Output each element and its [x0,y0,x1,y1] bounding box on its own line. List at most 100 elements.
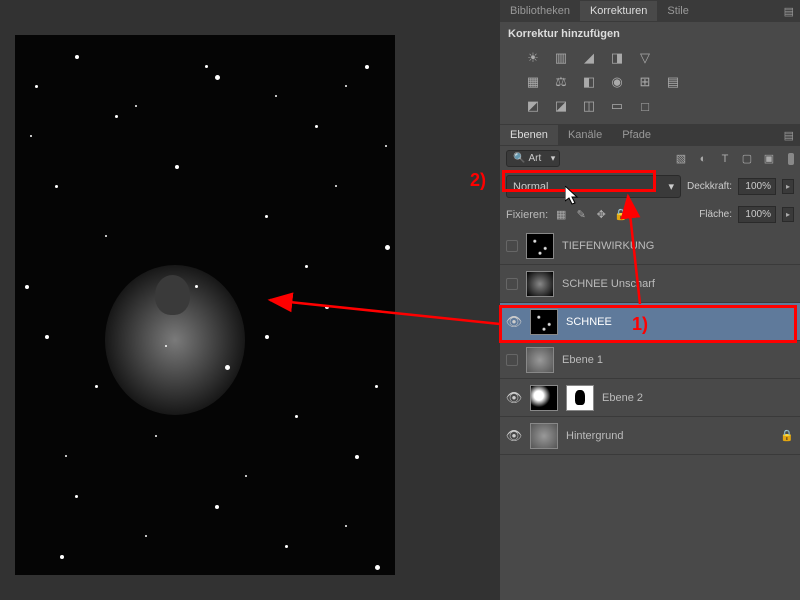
layer-name[interactable]: Hintergrund [566,430,623,442]
layer-toolbar: 🔍Art ▧ ◐ T ▢ ▣ [500,146,800,171]
filter-smart-icon[interactable]: ▣ [762,152,776,166]
chevron-down-icon: ▾ [668,180,674,193]
layer-name[interactable]: TIEFENWIRKUNG [562,240,654,252]
snow-dot [155,435,157,437]
adjustment-icon-row-2: ▦ ⚖ ◧ ◉ ⊞ ▤ [500,70,800,94]
fill-stepper[interactable]: ▸ [782,207,794,222]
snow-dot [75,55,79,59]
snow-dot [165,345,167,347]
snow-dot [145,535,147,537]
hue-icon[interactable]: ▦ [524,74,542,90]
filter-toggle[interactable] [788,153,794,165]
layer-row-0[interactable]: TIEFENWIRKUNG [500,227,800,265]
filter-adjust-icon[interactable]: ◐ [696,152,710,166]
tab-ebenen[interactable]: Ebenen [500,125,558,145]
opacity-stepper[interactable]: ▸ [782,179,794,194]
layer-row-5[interactable]: 👁Hintergrund🔒 [500,417,800,455]
panel-menu-icon[interactable]: ▤ [778,5,800,18]
snow-dot [25,285,29,289]
top-tab-bar: Bibliotheken Korrekturen Stile ▤ [500,0,800,22]
threshold-icon[interactable]: ◫ [580,98,598,114]
right-panel: Bibliotheken Korrekturen Stile ▤ Korrekt… [500,0,800,600]
tab-pfade[interactable]: Pfade [612,125,661,145]
layer-thumbnail[interactable] [526,233,554,259]
layer-thumbnail[interactable] [526,347,554,373]
search-icon: 🔍 [513,153,525,164]
visibility-toggle[interactable] [506,240,518,252]
opacity-value[interactable]: 100% [738,178,776,195]
balance-icon[interactable]: ⚖ [552,74,570,90]
snow-dot [215,505,219,509]
layer-row-2[interactable]: 👁 SCHNEE [500,303,800,341]
layer-kind-filter[interactable]: 🔍Art [506,150,560,167]
snow-dot [60,555,64,559]
photo-filter-icon[interactable]: ◉ [608,74,626,90]
tab-kanaele[interactable]: Kanäle [558,125,612,145]
visibility-toggle[interactable]: 👁 [506,390,522,406]
tab-korrekturen[interactable]: Korrekturen [580,1,657,21]
snow-dot [295,415,298,418]
layer-mask-thumbnail[interactable] [566,385,594,411]
lock-position-icon[interactable]: ✥ [594,208,608,222]
snow-dot [105,235,107,237]
snow-dot [385,145,387,147]
snow-dot [355,455,359,459]
layer-thumbnail[interactable] [530,423,558,449]
fill-value[interactable]: 100% [738,206,776,223]
snow-dot [265,335,269,339]
layer-row-3[interactable]: Ebene 1 [500,341,800,379]
layer-row-1[interactable]: SCHNEE Unscharf [500,265,800,303]
visibility-toggle[interactable] [506,278,518,290]
lock-transparency-icon[interactable]: ▦ [554,208,568,222]
snow-dot [95,385,98,388]
snow-dot [375,385,378,388]
lock-all-icon[interactable]: 🔒 [614,208,628,222]
adjustment-icon-row-3: ◩ ◪ ◫ ▭ □ [500,94,800,118]
snow-dot [55,185,58,188]
curves-icon[interactable]: ◢ [580,50,598,66]
bw-icon[interactable]: ◧ [580,74,598,90]
layer-name[interactable]: SCHNEE Unscharf [562,278,655,290]
layer-thumbnail[interactable] [530,309,558,335]
lookup-icon[interactable]: ▤ [664,74,682,90]
snow-dot [65,455,67,457]
exposure-icon[interactable]: ◨ [608,50,626,66]
selective-color-icon[interactable]: □ [636,98,654,114]
canvas-figure [105,265,245,415]
filter-shape-icon[interactable]: ▢ [740,152,754,166]
levels-icon[interactable]: ▥ [552,50,570,66]
layer-name[interactable]: Ebene 1 [562,354,603,366]
visibility-toggle[interactable] [506,354,518,366]
posterize-icon[interactable]: ◪ [552,98,570,114]
snow-dot [135,105,137,107]
vibrance-icon[interactable]: ▽ [636,50,654,66]
kind-filter-label: Art [528,153,541,164]
layers-list: TIEFENWIRKUNG SCHNEE Unscharf 👁 SCHNEE Ebene… [500,227,800,455]
canvas[interactable] [15,35,395,575]
filter-type-icon[interactable]: T [718,152,732,166]
visibility-toggle[interactable]: 👁 [506,428,522,444]
blend-mode-value: Normal [513,181,548,193]
layer-name[interactable]: SCHNEE [566,316,612,328]
snow-dot [75,495,78,498]
blend-row: Normal ▾ Deckkraft: 100% ▸ [500,171,800,202]
tab-bibliotheken[interactable]: Bibliotheken [500,1,580,21]
layer-thumbnail[interactable] [526,271,554,297]
tab-stile[interactable]: Stile [657,1,698,21]
invert-icon[interactable]: ◩ [524,98,542,114]
layer-row-4[interactable]: 👁 Ebene 2 [500,379,800,417]
lock-row: Fixieren: ▦ ✎ ✥ 🔒 Fläche: 100% ▸ [500,202,800,227]
visibility-toggle[interactable]: 👁 [506,314,522,330]
layer-name[interactable]: Ebene 2 [602,392,643,404]
snow-dot [315,125,318,128]
layers-panel-menu-icon[interactable]: ▤ [778,129,800,142]
gradient-map-icon[interactable]: ▭ [608,98,626,114]
filter-pixel-icon[interactable]: ▧ [674,152,688,166]
layers-tab-bar: Ebenen Kanäle Pfade ▤ [500,124,800,146]
lock-pixels-icon[interactable]: ✎ [574,208,588,222]
snow-dot [30,135,32,137]
brightness-icon[interactable]: ☀ [524,50,542,66]
layer-thumbnail[interactable] [530,385,558,411]
channel-mixer-icon[interactable]: ⊞ [636,74,654,90]
blend-mode-select[interactable]: Normal ▾ [506,175,681,198]
